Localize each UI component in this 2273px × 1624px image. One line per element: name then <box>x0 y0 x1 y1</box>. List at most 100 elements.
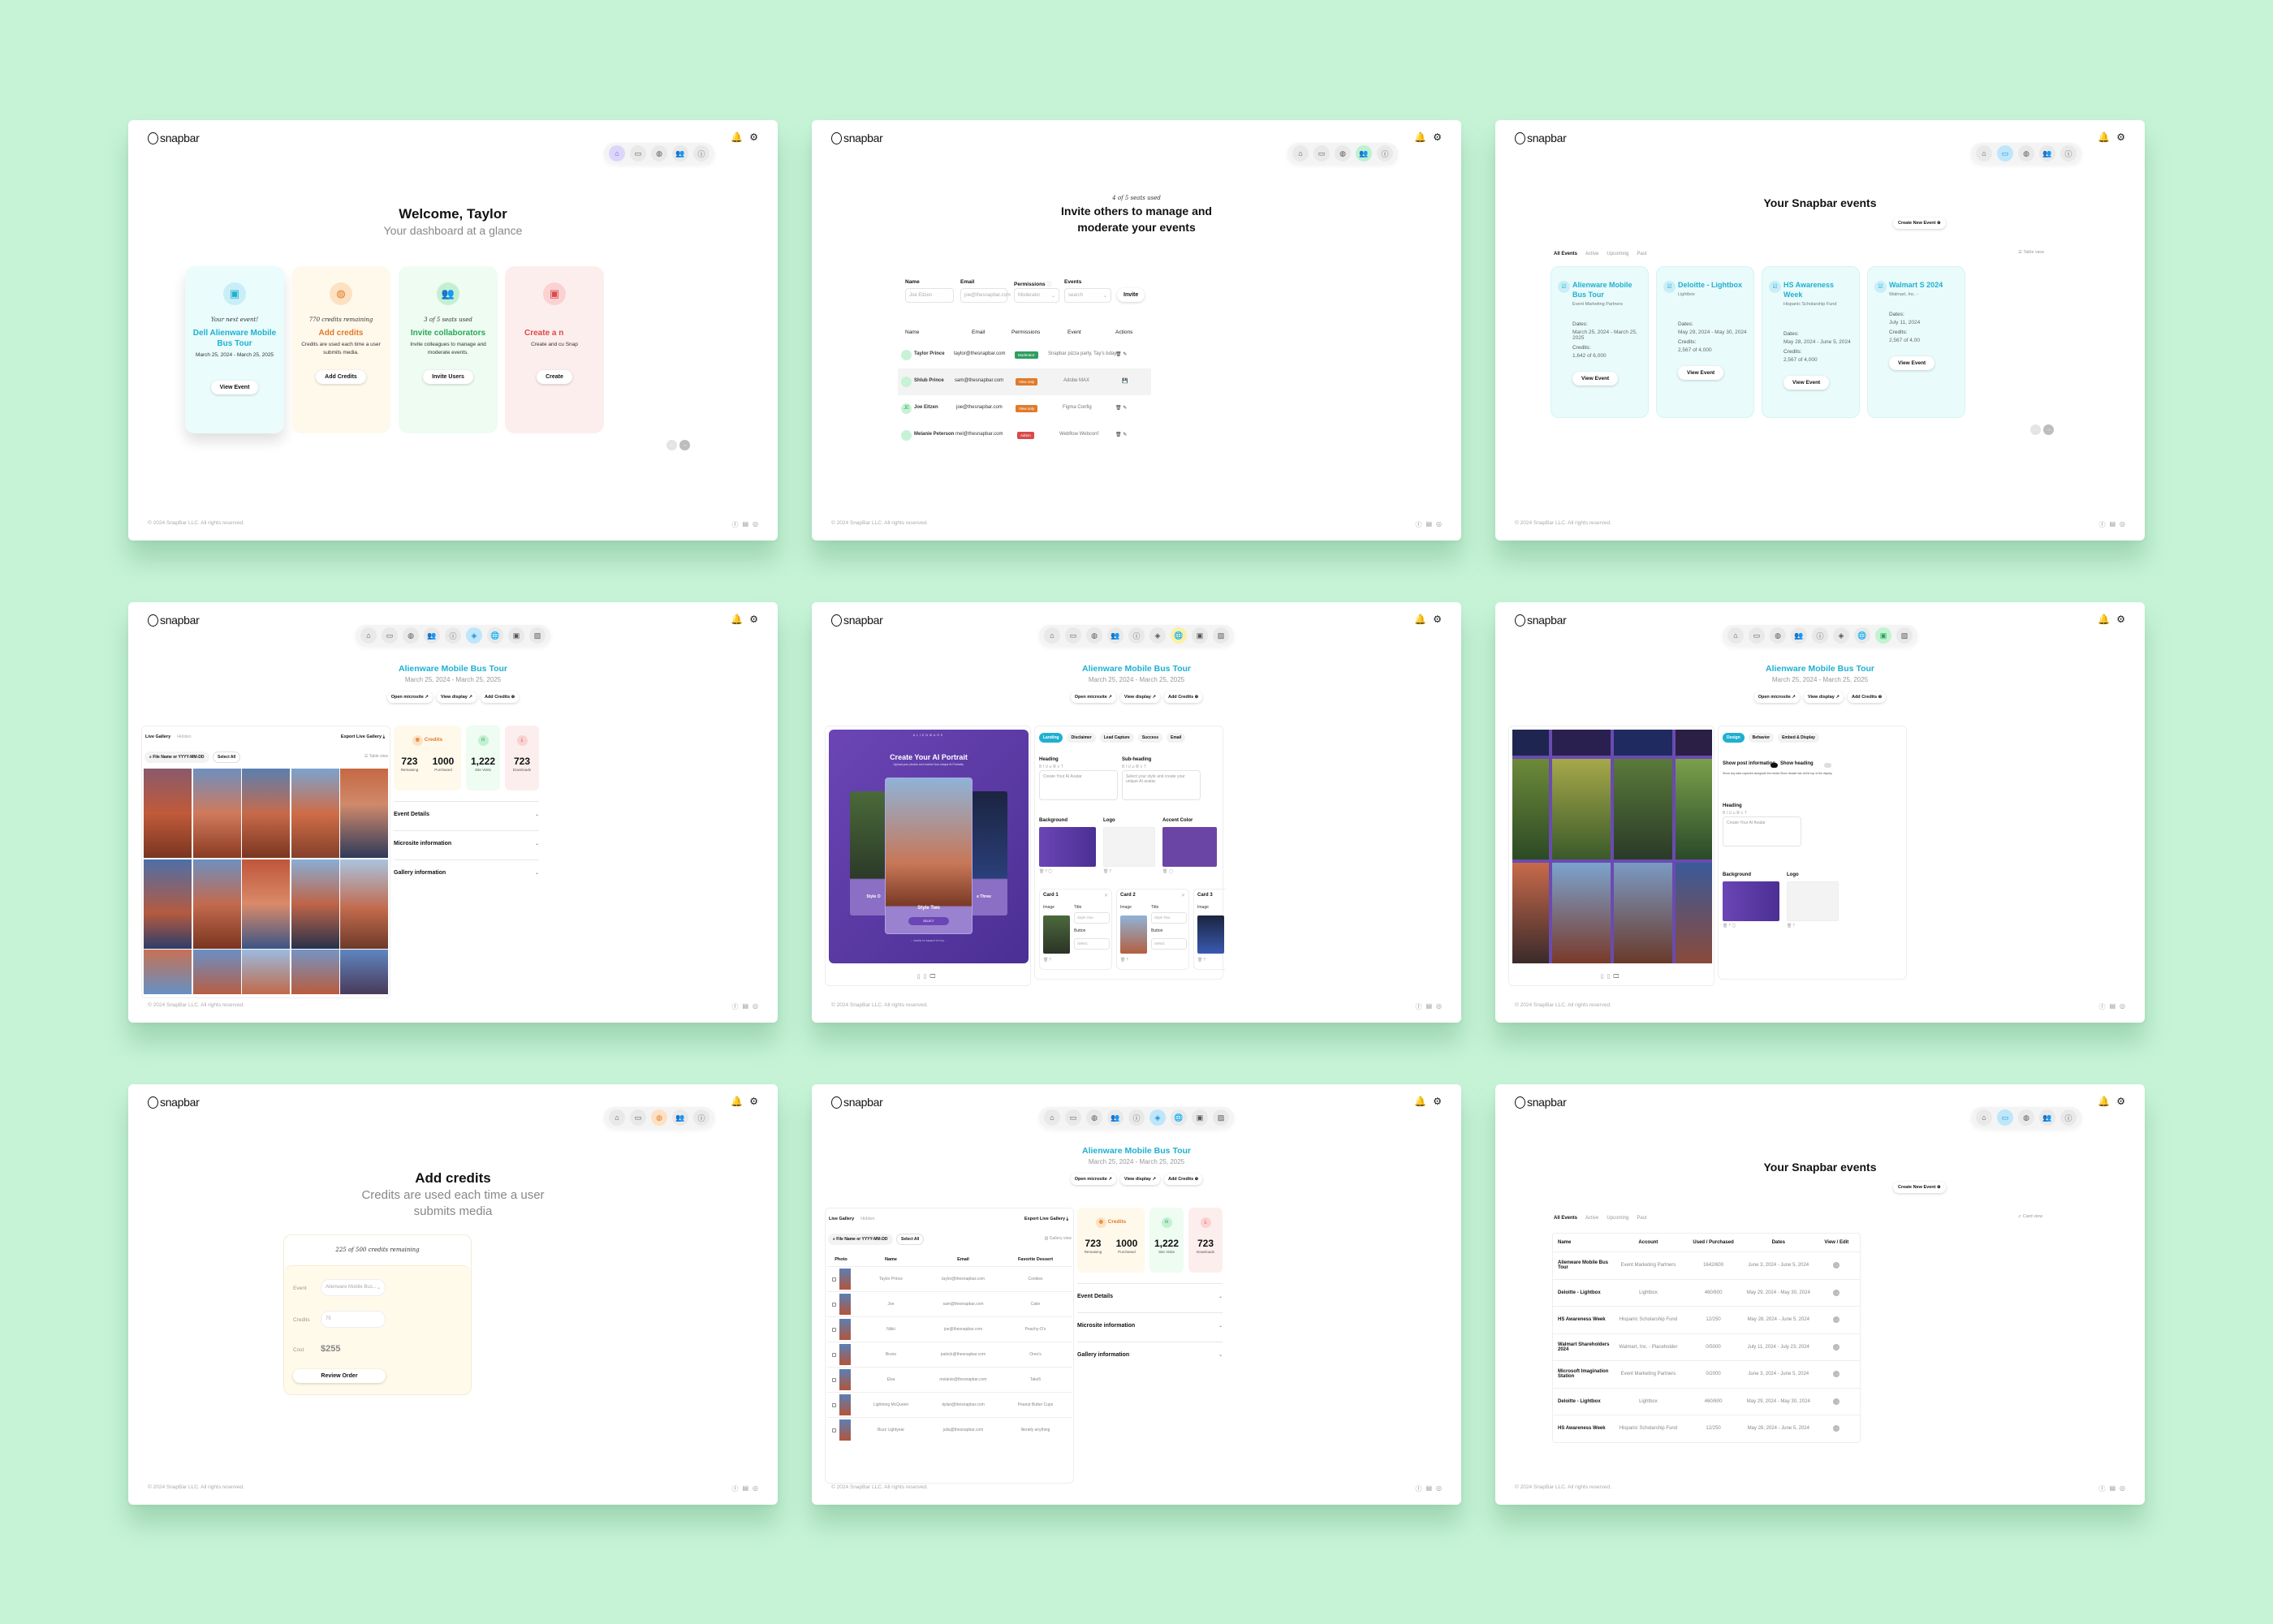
prev-arrow-icon[interactable]: ← <box>666 440 677 450</box>
bell-icon[interactable]: 🔔 <box>2098 614 2110 625</box>
card-actions[interactable]: 🗑 ⤒ <box>1043 958 1051 963</box>
table-row[interactable]: Microsoft Imagination Station Event Marke… <box>1553 1360 1860 1388</box>
card-view-toggle[interactable]: ▱ Card view <box>2018 1214 2042 1219</box>
tab-live-gallery[interactable]: Live Gallery <box>145 734 170 739</box>
accent-color-swatch[interactable] <box>1162 827 1217 867</box>
photo-thumb[interactable] <box>192 769 241 858</box>
nav-home-icon[interactable]: ⌂ <box>1727 627 1744 644</box>
bell-icon[interactable]: 🔔 <box>731 1096 743 1107</box>
nav-media-icon[interactable]: ▨ <box>1896 627 1913 644</box>
snapbar-logo[interactable]: snapbar <box>148 1096 200 1109</box>
accordion-event-details[interactable]: Event Details ⌄ <box>394 801 539 817</box>
nav-info-icon[interactable]: ⓘ <box>2060 145 2077 162</box>
nav-microsite-icon[interactable]: 🌐 <box>1171 1109 1187 1126</box>
event-card[interactable]: ☑ HS Awareness Week Hispanic Scholarship… <box>1762 266 1860 418</box>
gear-icon[interactable]: ⚙ <box>1433 131 1442 143</box>
photo-thumb[interactable] <box>340 859 388 949</box>
nav-credits-icon[interactable]: ◍ <box>1335 145 1351 162</box>
subheading-textarea[interactable]: Select your style and create your unique… <box>1122 770 1201 800</box>
nav-microsite-icon[interactable]: 🌐 <box>487 627 503 644</box>
photo-thumb[interactable] <box>839 1394 851 1415</box>
instagram-icon[interactable]: ◎ <box>1436 1484 1442 1493</box>
permissions-select[interactable]: Moderator ⌄ <box>1014 288 1059 303</box>
arrow-right-icon[interactable]: → <box>1833 1343 1840 1350</box>
row-checkbox[interactable] <box>832 1402 836 1407</box>
tab-all-events[interactable]: All Events <box>1554 252 1577 256</box>
event-card[interactable]: ☑ Alienware Mobile Bus Tour Event Market… <box>1551 266 1649 418</box>
nav-credits-icon[interactable]: ◍ <box>651 1109 667 1126</box>
review-order-button[interactable]: Review Order <box>293 1369 386 1383</box>
view-event-button[interactable]: View Event <box>1572 372 1619 386</box>
gear-icon[interactable]: ⚙ <box>1433 1096 1442 1107</box>
photo-thumb[interactable] <box>192 859 241 949</box>
photo-thumb[interactable] <box>839 1269 851 1290</box>
photo-thumb[interactable] <box>839 1344 851 1365</box>
table-row[interactable]: HS Awareness Week Hispanic Scholarship Fu… <box>1553 1306 1860 1333</box>
row-checkbox[interactable] <box>832 1352 836 1357</box>
linkedin-icon[interactable]: ▤ <box>1425 520 1432 529</box>
nav-info-icon[interactable]: ⓘ <box>693 1109 710 1126</box>
snapbar-logo[interactable]: snapbar <box>148 131 200 144</box>
tab-hidden[interactable]: Hidden <box>177 734 191 739</box>
instagram-icon[interactable]: ◎ <box>753 520 758 529</box>
facebook-icon[interactable]: ⓕ <box>2098 1002 2105 1011</box>
show-post-info-toggle[interactable] <box>1771 763 1778 768</box>
logo-actions[interactable]: 🗑 ⤒ <box>1787 924 1795 928</box>
nav-home-icon[interactable]: ⌂ <box>1044 627 1060 644</box>
view-display-button[interactable]: View display ↗ <box>1119 691 1160 703</box>
linkedin-icon[interactable]: ▤ <box>742 520 748 529</box>
email-input[interactable]: joe@thesnapbar.com <box>960 288 1011 303</box>
card-title-input[interactable]: Style Two <box>1151 912 1187 924</box>
table-row[interactable]: Alienware Mobile Bus Tour Event Marketing… <box>1553 1251 1860 1279</box>
arrow-right-icon[interactable]: → <box>1833 1425 1840 1432</box>
nav-events-icon[interactable]: ▭ <box>630 145 646 162</box>
nav-users-icon[interactable]: 👥 <box>1791 627 1807 644</box>
photo-thumb[interactable] <box>242 769 290 858</box>
nav-gallery-icon[interactable]: ◈ <box>1149 627 1166 644</box>
tab-active[interactable]: Active <box>1585 252 1598 256</box>
logo-swatch[interactable] <box>1787 881 1839 921</box>
add-credits-button[interactable]: Add Credits ⊕ <box>480 691 520 703</box>
nav-users-icon[interactable]: 👥 <box>1107 627 1124 644</box>
photo-thumb[interactable] <box>839 1419 851 1441</box>
nav-home-icon[interactable]: ⌂ <box>1976 145 1992 162</box>
delete-edit-icons[interactable]: 🗑 ✎ <box>1115 405 1127 411</box>
info-icon[interactable]: ⓘ <box>1046 282 1052 287</box>
tab-disclaimer[interactable]: Disclaimer <box>1067 733 1096 743</box>
export-live-gallery-button[interactable]: Export Live Gallery ⤓ <box>1024 1217 1068 1222</box>
linkedin-icon[interactable]: ▤ <box>742 1484 748 1493</box>
gear-icon[interactable]: ⚙ <box>749 1096 758 1107</box>
open-microsite-button[interactable]: Open microsite ↗ <box>386 691 433 703</box>
nav-credits-icon[interactable]: ◍ <box>2018 145 2034 162</box>
tab-lead-capture[interactable]: Lead Capture <box>1099 733 1134 743</box>
background-swatch[interactable] <box>1039 827 1096 867</box>
nav-home-icon[interactable]: ⌂ <box>360 627 377 644</box>
bell-icon[interactable]: 🔔 <box>1414 131 1426 143</box>
add-credits-button[interactable]: Add Credits ⊕ <box>1847 691 1887 703</box>
facebook-icon[interactable]: ⓕ <box>2098 520 2105 529</box>
nav-info-icon[interactable]: ⓘ <box>1128 1109 1145 1126</box>
arrow-right-icon[interactable]: → <box>1833 1371 1840 1378</box>
instagram-icon[interactable]: ◎ <box>1436 1002 1442 1011</box>
linkedin-icon[interactable]: ▤ <box>2109 1484 2116 1493</box>
card-actions[interactable]: 🗑 ⤒ <box>1120 958 1128 963</box>
nav-users-icon[interactable]: 👥 <box>1356 145 1372 162</box>
heading-textarea[interactable]: Create Your AI Avatar <box>1723 816 1801 846</box>
gear-icon[interactable]: ⚙ <box>1433 614 1442 625</box>
nav-credits-icon[interactable]: ◍ <box>1086 1109 1102 1126</box>
tab-upcoming[interactable]: Upcoming <box>1607 252 1628 256</box>
tab-live-gallery[interactable]: Live Gallery <box>829 1217 854 1221</box>
row-checkbox[interactable] <box>832 1277 836 1282</box>
nav-users-icon[interactable]: 👥 <box>2039 1109 2055 1126</box>
swatch-actions[interactable]: 🗑 ⤒ ◯ <box>1039 869 1052 874</box>
photo-thumb[interactable] <box>291 950 339 994</box>
facebook-icon[interactable]: ⓕ <box>731 1002 738 1011</box>
table-view-toggle[interactable]: ☰ Table view <box>2018 250 2044 255</box>
gallery-search-input[interactable]: ⌕ File Name or YYYY-MM-DD <box>144 752 209 763</box>
card-title-input[interactable]: Style One <box>1074 912 1110 924</box>
bell-icon[interactable]: 🔔 <box>731 614 743 625</box>
row-checkbox[interactable] <box>832 1302 836 1307</box>
tab-success[interactable]: Success <box>1137 733 1162 743</box>
card-image[interactable] <box>1043 915 1070 954</box>
rich-text-toolbar[interactable]: B I U ⌀ ≣ ≡ T <box>1723 811 1747 816</box>
